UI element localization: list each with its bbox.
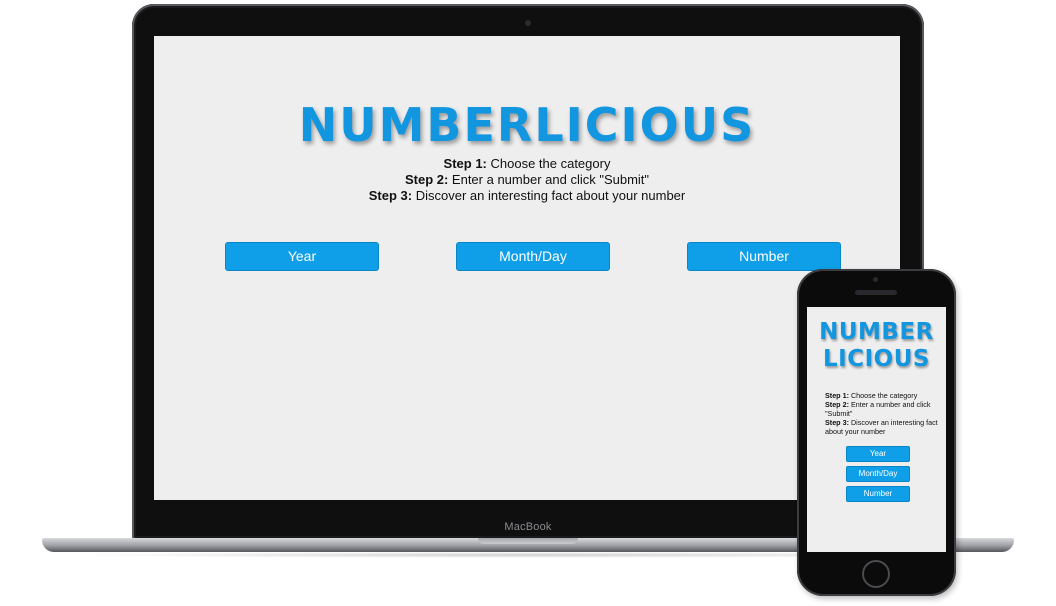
month-day-button[interactable]: Month/Day	[456, 242, 610, 271]
mobile-month-day-button[interactable]: Month/Day	[846, 466, 910, 482]
mobile-step-1: Step 1: Choose the category	[825, 391, 918, 400]
instructions: Step 1: Choose the category Step 2: Ente…	[154, 156, 900, 204]
phone-camera-icon	[873, 277, 878, 282]
mobile-step-2: Step 2: Enter a number and click "Submit…	[825, 400, 931, 418]
mobile-title-line-2: LICIOUS	[823, 346, 930, 372]
phone-device: NUMBER LICIOUS Step 1: Choose the catego…	[797, 269, 956, 596]
mobile-title-line-1: NUMBER	[819, 319, 934, 345]
webcam-icon	[525, 20, 531, 26]
number-button[interactable]: Number	[687, 242, 841, 271]
mobile-page-title: NUMBER LICIOUS	[807, 319, 946, 373]
step-1: Step 1: Choose the category	[443, 156, 611, 171]
mobile-step-3: Step 3: Discover an interesting fact abo…	[825, 418, 938, 436]
phone-screen: NUMBER LICIOUS Step 1: Choose the catego…	[807, 307, 946, 552]
mobile-instructions: Step 1: Choose the category Step 2: Ente…	[825, 391, 945, 436]
home-button[interactable]	[862, 560, 890, 588]
laptop-screen: NUMBERLICIOUS Step 1: Choose the categor…	[154, 36, 900, 500]
year-button[interactable]: Year	[225, 242, 379, 271]
mobile-number-button[interactable]: Number	[846, 486, 910, 502]
laptop-notch	[478, 538, 578, 544]
step-3: Step 3: Discover an interesting fact abo…	[368, 188, 686, 203]
mobile-year-button[interactable]: Year	[846, 446, 910, 462]
step-2: Step 2: Enter a number and click "Submit…	[404, 172, 650, 187]
page-title: NUMBERLICIOUS	[298, 98, 756, 152]
phone-speaker	[855, 290, 897, 295]
